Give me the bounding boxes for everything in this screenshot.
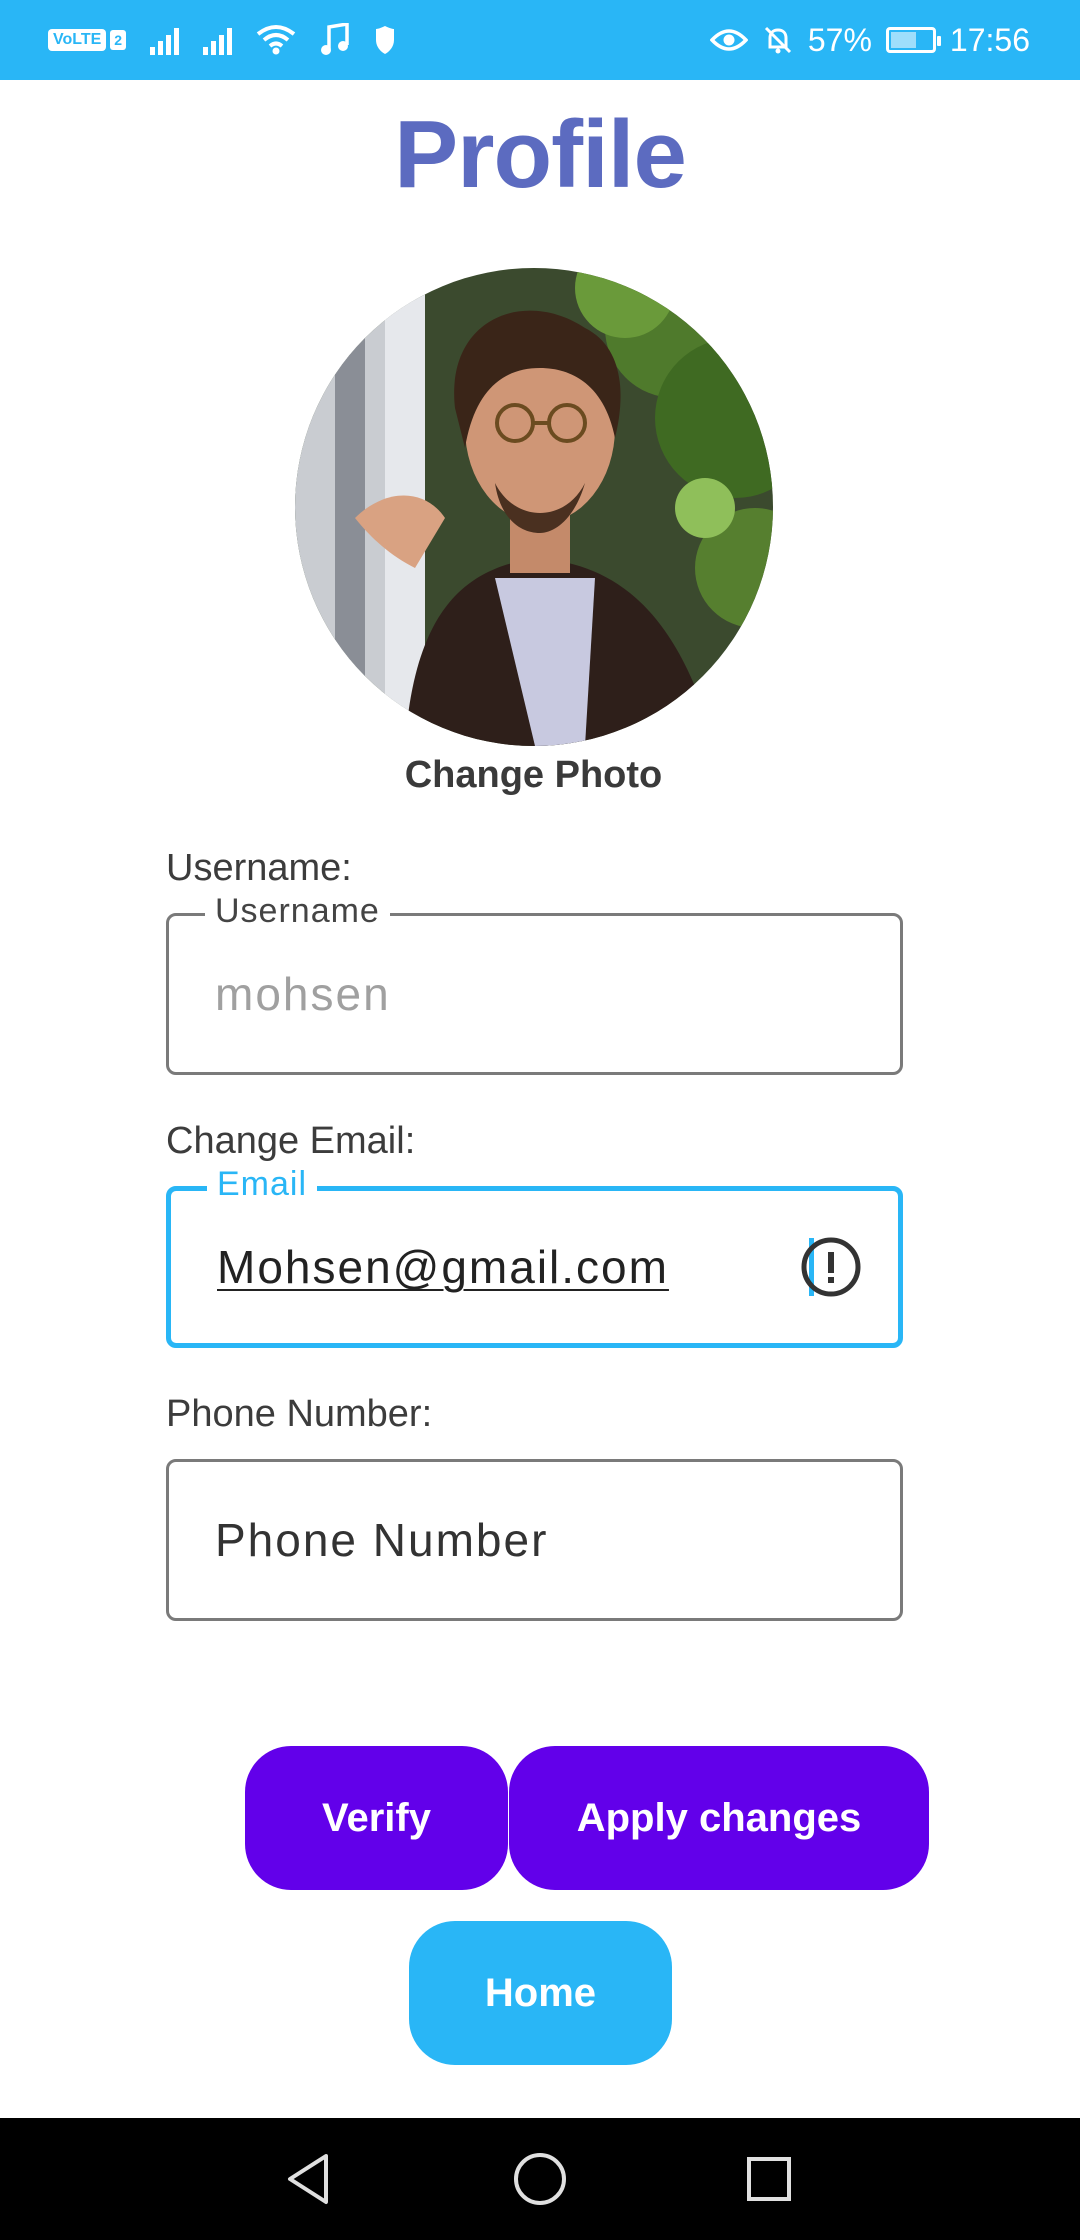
username-field[interactable]: Username mohsen xyxy=(166,892,903,1075)
email-value: Mohsen@gmail.com xyxy=(217,1241,669,1293)
back-button[interactable] xyxy=(249,2118,369,2240)
recents-icon xyxy=(747,2157,791,2201)
recents-button[interactable] xyxy=(709,2118,829,2240)
username-floating-label: Username xyxy=(205,892,390,931)
volte-indicator: VoLTE 2 xyxy=(48,29,127,51)
phone-field[interactable]: Phone Number xyxy=(166,1459,903,1621)
volte-label: VoLTE xyxy=(48,29,107,51)
home-button[interactable]: Home xyxy=(409,1921,672,2065)
profile-photo[interactable] xyxy=(295,268,773,746)
email-floating-label: Email xyxy=(207,1165,318,1204)
battery-percent: 57% xyxy=(807,21,872,58)
username-value: mohsen xyxy=(215,968,391,1020)
home-circle-icon xyxy=(514,2153,566,2205)
change-photo-button[interactable]: Change Photo xyxy=(0,754,1067,797)
shield-icon xyxy=(376,26,395,54)
eye-icon xyxy=(709,29,748,51)
navigation-bar xyxy=(0,2118,1080,2240)
back-icon xyxy=(288,2154,328,2204)
signal-icon xyxy=(203,25,233,55)
clock: 17:56 xyxy=(949,21,1030,58)
avatar-portrait xyxy=(295,268,773,746)
apply-changes-button[interactable]: Apply changes xyxy=(509,1746,929,1890)
email-label: Change Email: xyxy=(166,1120,416,1162)
phone-label: Phone Number: xyxy=(166,1393,433,1435)
home-nav-button[interactable] xyxy=(480,2118,600,2240)
phone-placeholder: Phone Number xyxy=(215,1514,549,1566)
battery-charging-icon xyxy=(885,27,941,53)
signal-icon xyxy=(150,25,180,55)
email-field[interactable]: Email Mohsen@gmail.com xyxy=(166,1165,903,1348)
wifi-icon xyxy=(256,25,296,55)
bell-off-icon xyxy=(764,26,791,54)
music-icon xyxy=(321,23,349,55)
status-bar: VoLTE 2 57% 17:56 xyxy=(0,0,1080,80)
error-icon xyxy=(801,1237,861,1297)
page-title: Profile xyxy=(394,101,687,208)
verify-button[interactable]: Verify xyxy=(245,1746,508,1890)
username-label: Username: xyxy=(166,847,352,889)
sim-label: 2 xyxy=(110,30,127,50)
